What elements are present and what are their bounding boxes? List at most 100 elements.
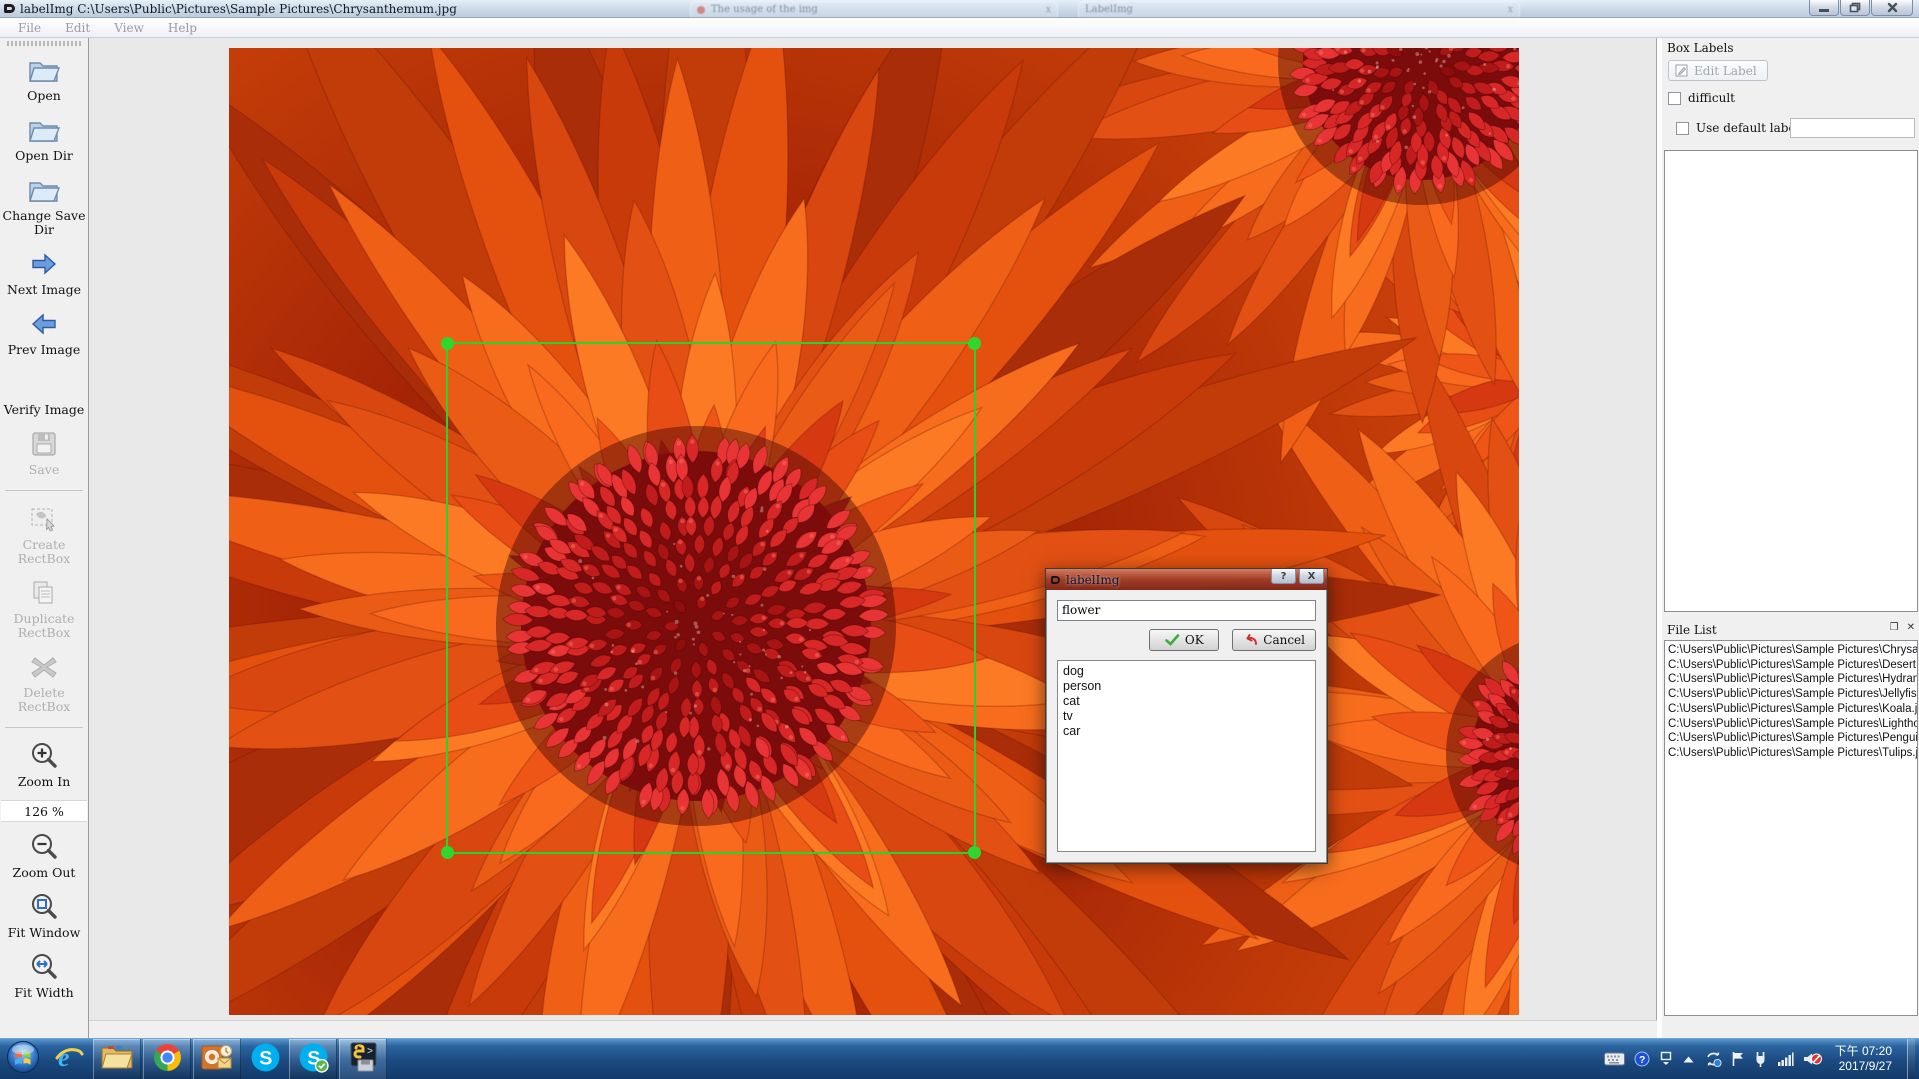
- toolbar-item-open-dir[interactable]: Open Dir: [1, 114, 87, 163]
- chrysanthemum-photo: [229, 48, 1519, 1015]
- toolbar-item-change-save-dir[interactable]: Change Save Dir: [1, 174, 87, 237]
- toolbar-item-verify-image[interactable]: Verify Image: [1, 368, 87, 417]
- dialog-titlebar[interactable]: labelImg ? X: [1046, 569, 1327, 590]
- bbox-handle-bottomleft[interactable]: [441, 846, 454, 859]
- taskbar-file-explorer[interactable]: [93, 1039, 141, 1079]
- toolbar-item-label: Zoom In: [18, 775, 71, 789]
- menu-view[interactable]: View: [104, 20, 154, 36]
- popup-window-icon[interactable]: [1659, 1051, 1673, 1067]
- sync-icon[interactable]: [1705, 1051, 1722, 1067]
- menu-edit[interactable]: Edit: [55, 20, 100, 36]
- edit-label-button[interactable]: Edit Label: [1668, 60, 1768, 81]
- close-dock-icon[interactable]: ✕: [1907, 623, 1915, 633]
- system-tray: ? 下午 07:20 2017/9/27: [1604, 1039, 1919, 1079]
- volume-muted-icon[interactable]: [1803, 1051, 1822, 1067]
- power-plug-icon[interactable]: [1754, 1051, 1768, 1067]
- file-list-item[interactable]: C:\Users\Public\Pictures\Sample Pictures…: [1665, 658, 1917, 673]
- zoom-level-input[interactable]: 126 %: [1, 800, 87, 822]
- show-hidden-icon[interactable]: [1682, 1055, 1696, 1064]
- taskbar-outlook[interactable]: [193, 1039, 241, 1079]
- close-button[interactable]: [1871, 0, 1913, 16]
- labelimg-app-icon: [4, 4, 15, 13]
- label-option-person[interactable]: person: [1063, 679, 1315, 694]
- taskbar-labelimg-python[interactable]: >: [339, 1039, 387, 1079]
- zoom-out-icon: [29, 831, 59, 863]
- taskbar-internet-explorer[interactable]: e: [46, 1039, 92, 1079]
- background-tab-label: The usage of the img: [711, 4, 1040, 15]
- window-title: labelImg C:\Users\Public\Pictures\Sample…: [20, 2, 457, 16]
- taskbar-skype[interactable]: S: [242, 1039, 288, 1079]
- toolbar-item-zoom-out[interactable]: Zoom Out: [1, 831, 87, 880]
- toolbar-item-fit-width[interactable]: Fit Width: [1, 951, 87, 1000]
- chrome-icon: [152, 1042, 183, 1077]
- default-label-input[interactable]: [1790, 118, 1915, 138]
- toolbar-item-label: Fit Window: [8, 926, 81, 940]
- arrow-right-icon: [29, 248, 59, 280]
- bbox-handle-bottomright[interactable]: [968, 846, 981, 859]
- file-list-item[interactable]: C:\Users\Public\Pictures\Sample Pictures…: [1665, 731, 1917, 746]
- menu-file[interactable]: File: [8, 20, 51, 36]
- toolbar-item-delete-rectbox[interactable]: Delete RectBox: [1, 651, 87, 714]
- toolbar-item-open[interactable]: Open: [1, 54, 87, 103]
- toolbar-separator: [5, 727, 83, 728]
- toolbar-item-zoom-in[interactable]: Zoom In: [1, 740, 87, 789]
- label-option-car[interactable]: car: [1063, 724, 1315, 739]
- box-labels-list[interactable]: [1664, 150, 1918, 612]
- bbox-handle-topright[interactable]: [968, 337, 981, 350]
- ok-button[interactable]: OK: [1149, 629, 1219, 651]
- toolbar-item-next-image[interactable]: Next Image: [1, 248, 87, 297]
- minimize-button[interactable]: [1809, 0, 1839, 16]
- image-canvas[interactable]: [89, 38, 1657, 1020]
- use-default-label-checkbox[interactable]: [1676, 122, 1689, 135]
- label-name-input[interactable]: [1057, 600, 1316, 621]
- create-rect-icon: [29, 503, 59, 535]
- taskbar: e SS > ? 下午 07:20 2017/9/27: [0, 1038, 1919, 1079]
- internet-explorer-icon: e: [53, 1042, 85, 1076]
- file-list-item[interactable]: C:\Users\Public\Pictures\Sample Pictures…: [1665, 672, 1917, 687]
- help-icon[interactable]: ?: [1634, 1051, 1650, 1067]
- label-option-dog[interactable]: dog: [1063, 664, 1315, 679]
- bbox-handle-topleft[interactable]: [441, 337, 454, 350]
- file-list-item[interactable]: C:\Users\Public\Pictures\Sample Pictures…: [1665, 687, 1917, 702]
- file-list-dock-controls: ❐ ✕: [1890, 623, 1915, 633]
- restore-button[interactable]: [1840, 0, 1870, 16]
- cancel-button[interactable]: Cancel: [1232, 629, 1316, 651]
- label-option-tv[interactable]: tv: [1063, 709, 1315, 724]
- toolbar-item-save[interactable]: Save: [1, 428, 87, 477]
- taskbar-start[interactable]: [0, 1039, 46, 1079]
- toolbar-item-label: Fit Width: [14, 986, 73, 1000]
- file-list-item[interactable]: C:\Users\Public\Pictures\Sample Pictures…: [1665, 746, 1917, 761]
- taskbar-chrome[interactable]: [143, 1039, 191, 1079]
- label-option-cat[interactable]: cat: [1063, 694, 1315, 709]
- action-flag-icon[interactable]: [1731, 1051, 1745, 1067]
- skype-icon: S: [250, 1042, 281, 1077]
- skype-online-icon: S: [298, 1042, 329, 1077]
- float-dock-icon[interactable]: ❐: [1890, 623, 1899, 633]
- label-options-list[interactable]: dogpersoncattvcar: [1057, 660, 1316, 852]
- svg-text:?: ?: [1639, 1054, 1645, 1066]
- file-list-item[interactable]: C:\Users\Public\Pictures\Sample Pictures…: [1665, 717, 1917, 732]
- toolbar-item-prev-image[interactable]: Prev Image: [1, 308, 87, 357]
- network-signal-icon[interactable]: [1777, 1052, 1794, 1066]
- toolbar-item-label: Save: [29, 463, 59, 477]
- window-controls: [1808, 0, 1913, 16]
- taskbar-skype-online[interactable]: S: [289, 1039, 337, 1079]
- toolbar-item-duplicate-rectbox[interactable]: Duplicate RectBox: [1, 577, 87, 640]
- dialog-help-button[interactable]: ?: [1271, 569, 1296, 584]
- folder-open-icon: [27, 114, 61, 146]
- menu-help[interactable]: Help: [158, 20, 207, 36]
- difficult-checkbox[interactable]: [1668, 92, 1681, 105]
- toolbar-drag-handle[interactable]: [7, 41, 81, 46]
- taskbar-clock[interactable]: 下午 07:20 2017/9/27: [1831, 1044, 1898, 1074]
- toolbar-item-create-rectbox[interactable]: Create RectBox: [1, 503, 87, 566]
- file-list-item[interactable]: C:\Users\Public\Pictures\Sample Pictures…: [1665, 702, 1917, 717]
- toolbar-item-label: Zoom Out: [13, 866, 76, 880]
- file-list-item[interactable]: C:\Users\Public\Pictures\Sample Pictures…: [1665, 643, 1917, 658]
- file-list[interactable]: C:\Users\Public\Pictures\Sample Pictures…: [1664, 640, 1918, 1016]
- toolbar-item-fit-window[interactable]: Fit Window: [1, 891, 87, 940]
- show-desktop-button[interactable]: [1907, 1039, 1915, 1079]
- dialog-close-button[interactable]: X: [1299, 569, 1324, 584]
- annotation-bbox[interactable]: [446, 342, 976, 854]
- keyboard-icon[interactable]: [1604, 1052, 1625, 1066]
- use-default-label-text: Use default label: [1696, 121, 1799, 135]
